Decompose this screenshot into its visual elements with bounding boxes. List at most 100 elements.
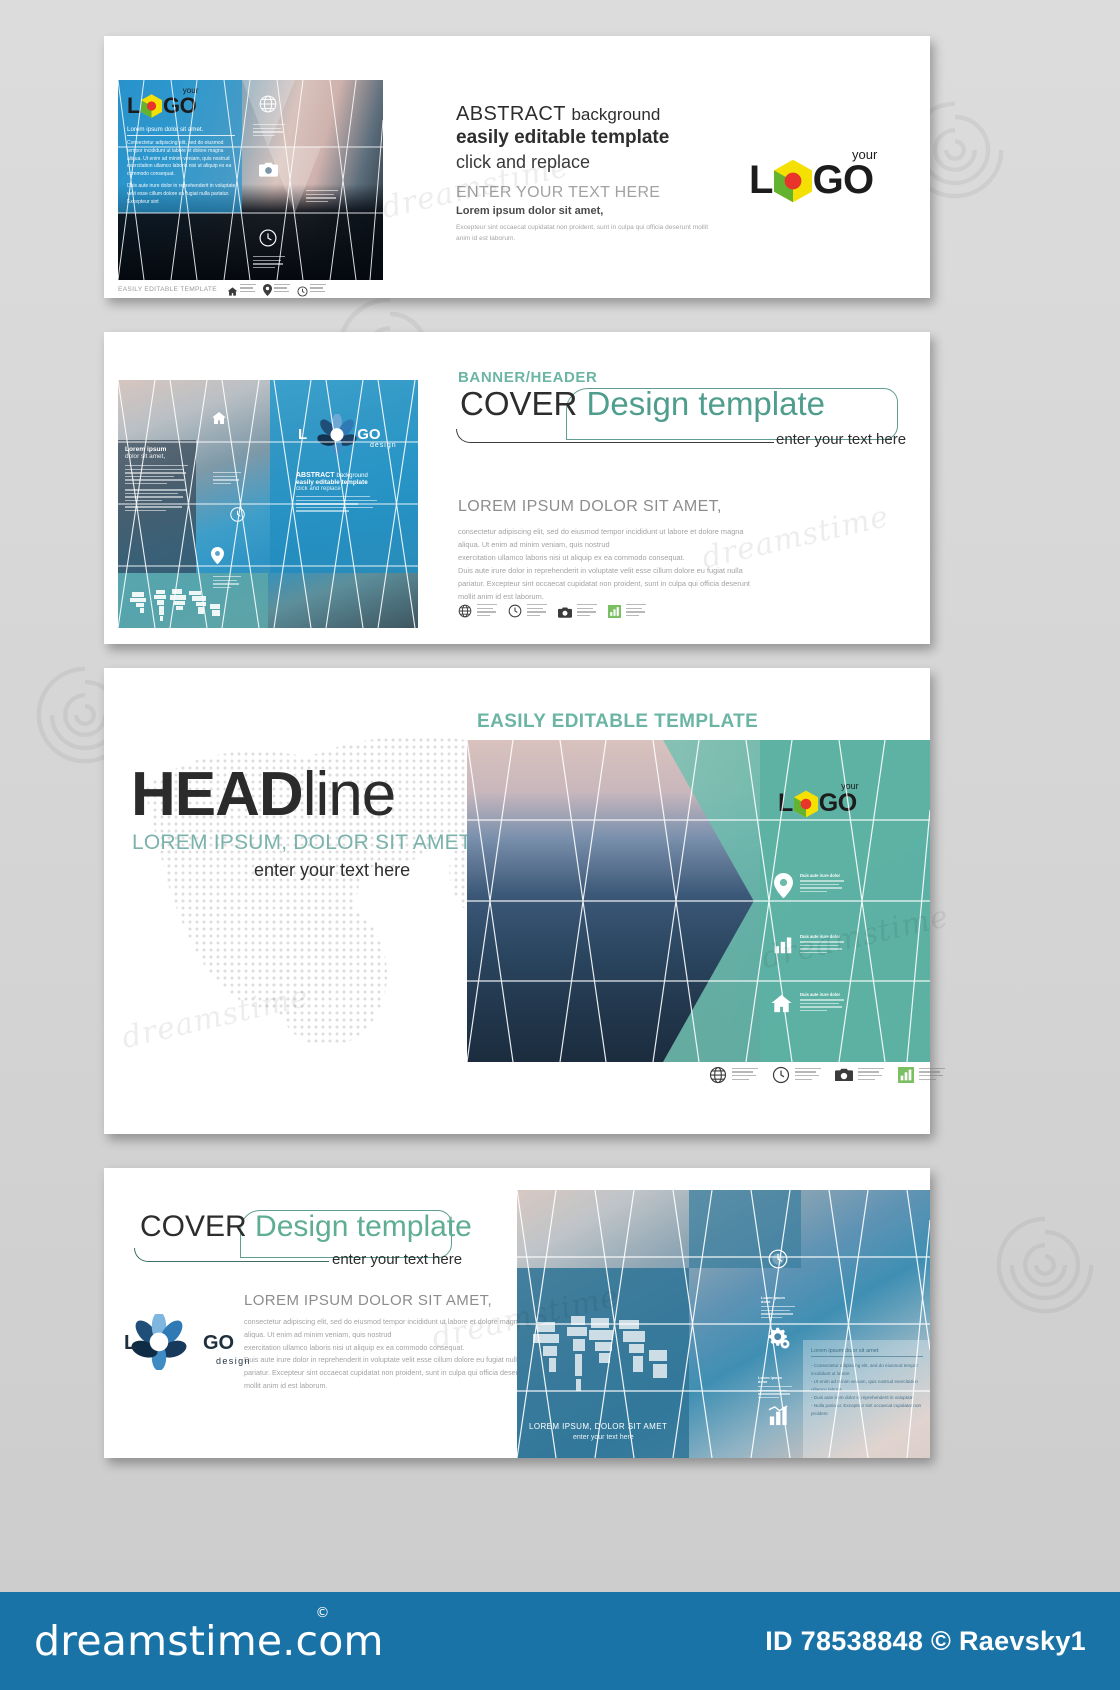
banner2-heading: LOREM IPSUM DOLOR SIT AMET, bbox=[458, 498, 722, 515]
logo-right-letters: GO bbox=[357, 426, 381, 443]
logo-right-letters: GO bbox=[818, 789, 857, 817]
world-map-icon bbox=[529, 1302, 679, 1402]
micro-caption bbox=[309, 283, 326, 295]
banner2-icon-row bbox=[458, 604, 646, 619]
location-pin-icon bbox=[262, 283, 272, 296]
heading-line-2: dolor sit amet, bbox=[125, 453, 166, 460]
dreamstime-wordmark: dreamstime.com bbox=[34, 1617, 384, 1665]
bar-chart-icon bbox=[772, 934, 793, 955]
feature-title: Duis aute irure dolor bbox=[800, 873, 841, 878]
banner-card-1: L GO your Lorem ipsum dolor sit amet. Co… bbox=[104, 36, 930, 298]
chart-icon bbox=[608, 604, 621, 618]
banner3-badge: EASILY EDITABLE TEMPLATE bbox=[477, 711, 759, 732]
chart-icon bbox=[898, 1067, 914, 1083]
feature-item: Duis aute irure dolor bbox=[772, 934, 844, 956]
camera-icon bbox=[259, 162, 278, 178]
micro-caption bbox=[858, 1067, 884, 1082]
thumb-paragraph-2: Duis aute irure dolor in reprehenderit i… bbox=[127, 183, 236, 205]
stock-photo-canvas: L GO your Lorem ipsum dolor sit amet. Co… bbox=[0, 0, 1120, 1690]
globe-icon bbox=[258, 94, 278, 114]
banner3-artwork: L GO your Duis aute irure dolor Duis aut… bbox=[467, 740, 930, 1062]
logo-right-letters: GO bbox=[163, 93, 197, 118]
thumb-caption-main: LOREM IPSUM, DOLOR SIT AMET bbox=[529, 1422, 668, 1431]
banner1-thumb-footer: EASILY EDITABLE TEMPLATE bbox=[118, 281, 383, 297]
title-cover: COVER bbox=[460, 385, 578, 422]
clock-icon bbox=[767, 1248, 789, 1270]
feature-caption: Duis aute irure dolor bbox=[800, 934, 844, 956]
micro-caption bbox=[239, 283, 256, 295]
micro-caption bbox=[732, 1067, 758, 1082]
micro-caption bbox=[477, 604, 497, 618]
globe-icon bbox=[709, 1066, 727, 1084]
banner4-title: COVER Design template bbox=[140, 1210, 472, 1243]
banner4-artwork: LOREM IPSUM, DOLOR SIT AMET enter your t… bbox=[517, 1190, 930, 1458]
thumb-side-body: - Consectetur adipiscing elit, sed do ei… bbox=[811, 1363, 922, 1417]
micro-caption bbox=[577, 604, 597, 618]
panel-line-3: click and replace bbox=[296, 486, 341, 492]
thumb-footer-label: EASILY EDITABLE TEMPLATE bbox=[118, 285, 217, 293]
micro-caption bbox=[273, 283, 290, 295]
logo-your-label: your bbox=[182, 86, 199, 95]
headline-light: line bbox=[302, 760, 397, 829]
title-design-template: Design template bbox=[255, 1210, 472, 1243]
banner1-subhead: ENTER YOUR TEXT HERE bbox=[456, 184, 661, 202]
banner4-body: consectetur adipiscing elit, sed do eius… bbox=[244, 1317, 528, 1391]
logo-your-label: your bbox=[841, 781, 859, 791]
micro-caption bbox=[919, 1067, 945, 1082]
feature-item: Duis aute irure dolor bbox=[774, 873, 844, 899]
thumb-micro-caption bbox=[306, 190, 338, 204]
panel-line-2: easily editable template bbox=[296, 479, 368, 486]
headline-bold: HEAD bbox=[131, 760, 304, 829]
clock-icon bbox=[297, 284, 308, 297]
micro-caption bbox=[626, 604, 646, 618]
logo-hex-mark bbox=[141, 94, 162, 118]
logo-left-letter: L bbox=[298, 426, 307, 443]
image-id-credit: ID 78538848 © Raevsky1 bbox=[765, 1625, 1086, 1656]
banner-card-4: COVER Design template enter your text he… bbox=[104, 1168, 930, 1458]
feature-caption: Duis aute irure dolor bbox=[800, 873, 844, 895]
logo-hex-banner1: L GO your bbox=[749, 147, 877, 203]
banner2-thumbnail: L GO design ABSTRACT background easily e… bbox=[118, 380, 418, 628]
thumb-micro-caption: Lorem ipsum dolor bbox=[758, 1376, 792, 1400]
thumb-heading: Lorem ipsum dolor sit amet. bbox=[127, 126, 235, 136]
camera-icon bbox=[835, 1068, 853, 1083]
banner1-text-block: ABSTRACT background easily editable temp… bbox=[456, 103, 726, 245]
banner2-title-underline bbox=[456, 429, 486, 443]
feature-item: Duis aute irure dolor bbox=[770, 992, 844, 1014]
thumb-micro-caption: Lorem ipsum dolor bbox=[761, 1296, 795, 1320]
dreamstime-logo[interactable]: dreamstime.com © bbox=[34, 1605, 384, 1665]
gears-icon bbox=[767, 1326, 791, 1350]
banner1-thumbnail: L GO your Lorem ipsum dolor sit amet. Co… bbox=[118, 80, 383, 280]
banner4-tagline: enter your text here bbox=[332, 1251, 463, 1268]
logo-left-letter: L bbox=[127, 93, 140, 118]
home-icon bbox=[211, 410, 227, 426]
banner2-underline-rule bbox=[484, 442, 774, 444]
banner1-subhead-2: Lorem ipsum dolor sit amet, bbox=[456, 205, 604, 218]
banner1-title-line-3: click and replace bbox=[456, 151, 591, 172]
title-design-template: Design template bbox=[586, 385, 825, 422]
thumb-logo-sub: design bbox=[370, 442, 397, 449]
banner3-icon-row bbox=[709, 1066, 945, 1084]
logo-left-letter: L bbox=[124, 1332, 136, 1354]
home-icon bbox=[770, 992, 793, 1013]
globe-icon bbox=[458, 604, 472, 618]
banner3-subhead: LOREM IPSUM, DOLOR SIT AMET bbox=[132, 831, 472, 854]
banner4-logo-text: L GO bbox=[124, 1332, 264, 1355]
logo-left-letter: L bbox=[778, 789, 793, 817]
chart-icon bbox=[767, 1404, 790, 1427]
thumb-panel-title: ABSTRACT background easily editable temp… bbox=[296, 472, 384, 514]
heading-line-1: Lorem ipsum bbox=[125, 446, 167, 453]
clock-icon bbox=[258, 228, 278, 248]
registered-mark: © bbox=[315, 1605, 330, 1621]
thumb-micro-caption bbox=[253, 256, 285, 270]
thumb-micro-caption bbox=[253, 124, 285, 138]
logo-hex-mark bbox=[773, 159, 812, 203]
thumb-micro-caption bbox=[213, 576, 241, 590]
title-strong: ABSTRACT bbox=[456, 103, 566, 125]
thumb-micro-caption bbox=[213, 472, 241, 486]
banner1-body: Excepteur sint occaecat cupidatat non pr… bbox=[456, 224, 709, 243]
home-icon bbox=[227, 284, 238, 296]
banner1-title-line-2: easily editable template bbox=[456, 127, 670, 148]
logo-right-letters: GO bbox=[812, 158, 874, 202]
panel-title-strong: ABSTRACT bbox=[296, 472, 335, 479]
